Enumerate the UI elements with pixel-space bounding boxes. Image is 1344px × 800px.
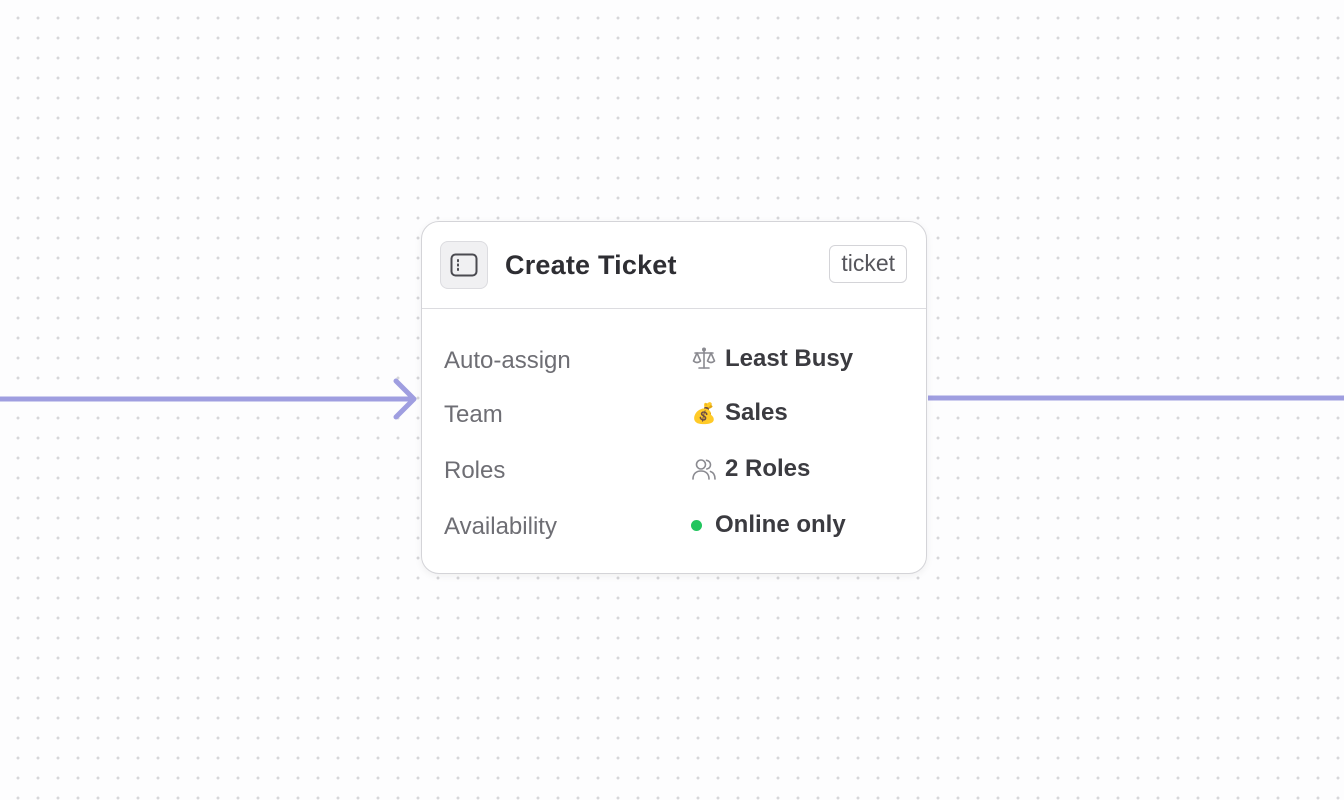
money-bag-icon: 💰 xyxy=(691,402,717,425)
scale-icon xyxy=(691,346,717,372)
property-value[interactable]: 2 Roles xyxy=(691,455,810,483)
create-ticket-node[interactable]: Create Ticket ticket Auto-assign Least B… xyxy=(421,221,927,574)
online-status-dot-icon xyxy=(691,519,702,531)
property-value[interactable]: Online only xyxy=(691,511,846,539)
property-row-team[interactable]: Team 💰 Sales xyxy=(422,395,926,435)
property-value-text: Least Busy xyxy=(725,345,854,372)
sidebar-panel-icon xyxy=(440,241,488,289)
property-value[interactable]: 💰 Sales xyxy=(691,399,788,427)
property-label: Team xyxy=(444,401,503,428)
node-title: Create Ticket xyxy=(505,250,677,280)
property-value[interactable]: Least Busy xyxy=(691,345,853,373)
node-type-badge: ticket xyxy=(829,245,907,283)
property-row-auto-assign[interactable]: Auto-assign Least Busy xyxy=(422,341,926,381)
property-value-text: Sales xyxy=(725,399,788,426)
node-header: Create Ticket ticket xyxy=(422,222,926,309)
property-value-text: 2 Roles xyxy=(725,455,811,482)
property-label: Roles xyxy=(444,457,506,484)
users-icon xyxy=(691,456,717,482)
property-label: Availability xyxy=(444,513,557,540)
property-label: Auto-assign xyxy=(444,347,571,374)
property-row-availability[interactable]: Availability Online only xyxy=(422,507,926,547)
property-value-text: Online only xyxy=(715,511,846,538)
property-row-roles[interactable]: Roles 2 Roles xyxy=(422,451,926,491)
